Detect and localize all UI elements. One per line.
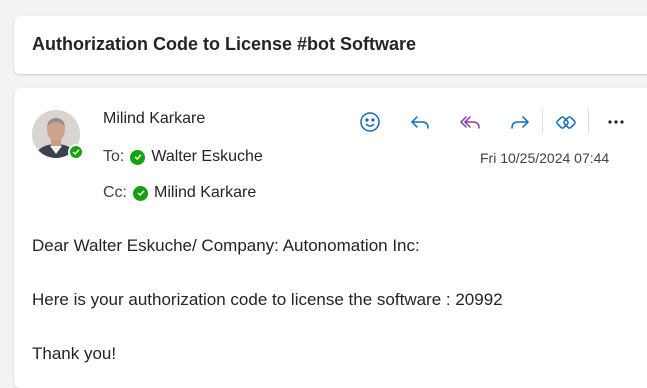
body-closing: Thank you! xyxy=(32,344,117,363)
presence-available-icon xyxy=(130,149,146,165)
cc-recipient[interactable]: Milind Karkare xyxy=(154,184,256,202)
to-recipient[interactable]: Walter Eskuche xyxy=(151,148,262,166)
loop-icon[interactable] xyxy=(552,108,580,136)
email-subject: Authorization Code to License #bot Softw… xyxy=(32,34,417,54)
cc-row: Cc: Milind Karkare xyxy=(103,184,256,202)
sender-name[interactable]: Milind Karkare xyxy=(103,110,205,128)
to-label: To: xyxy=(103,148,125,165)
body-greeting: Dear Walter Eskuche/ Company: Autonomati… xyxy=(32,236,420,255)
reply-all-icon[interactable] xyxy=(456,108,484,136)
body-authorization-line: Here is your authorization code to licen… xyxy=(32,290,503,309)
emoji-reaction-icon[interactable] xyxy=(356,108,384,136)
reply-icon[interactable] xyxy=(406,108,434,136)
toolbar-divider xyxy=(542,108,543,134)
toolbar-divider xyxy=(588,108,589,134)
presence-available-icon xyxy=(133,185,148,201)
more-icon[interactable] xyxy=(602,108,630,136)
forward-icon[interactable] xyxy=(506,108,534,136)
sent-timestamp: Fri 10/25/2024 07:44 xyxy=(480,150,610,166)
cc-label: Cc: xyxy=(103,184,127,201)
presence-available-icon xyxy=(68,144,84,160)
subject-card: Authorization Code to License #bot Softw… xyxy=(14,16,647,74)
to-row: To: Walter Eskuche xyxy=(103,148,263,166)
message-card: Milind Karkare To: Walter Eskuche Cc: Mi… xyxy=(14,88,647,388)
